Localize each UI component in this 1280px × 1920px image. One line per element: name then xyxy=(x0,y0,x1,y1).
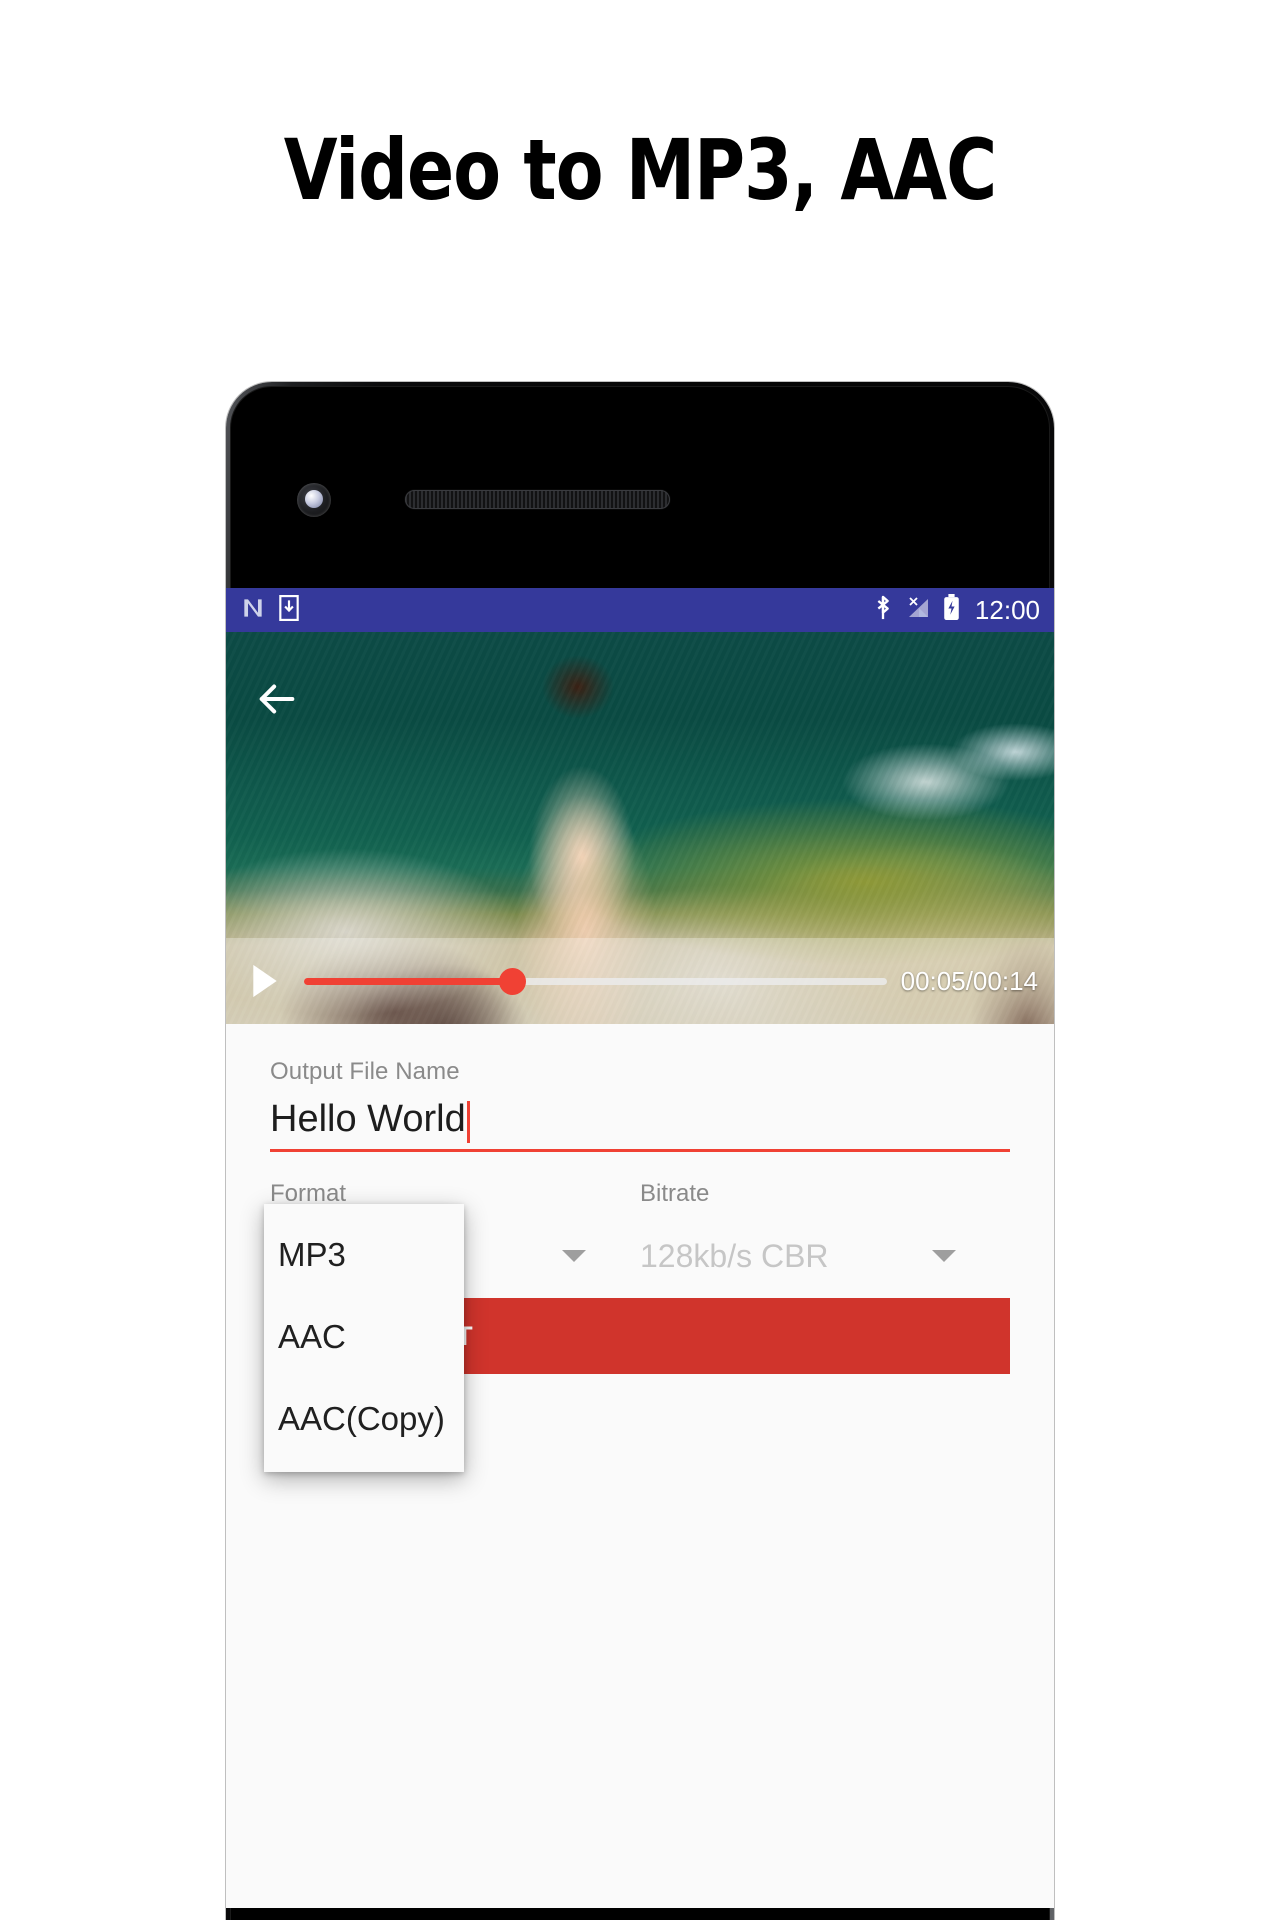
output-file-name-label: Output File Name xyxy=(270,1058,460,1085)
bitrate-label: Bitrate xyxy=(640,1179,710,1207)
status-bar-clock: 12:00 xyxy=(974,594,1040,625)
page-root: Video to MP3, AAC 12:00 00:05/00:14 Outp… xyxy=(0,0,1280,1920)
format-dropdown-menu[interactable]: MP3 AAC AAC(Copy) xyxy=(264,1204,464,1472)
video-controls-bar: 00:05/00:14 xyxy=(226,938,1054,1024)
output-file-name-input[interactable]: Hello World xyxy=(270,1098,1010,1152)
camera-lens xyxy=(305,490,323,508)
output-file-name-value: Hello World xyxy=(270,1098,466,1140)
page-title: Video to MP3, AAC xyxy=(283,121,997,219)
status-bar-left-icons xyxy=(240,594,299,626)
seekbar-progress xyxy=(304,977,512,985)
bluetooth-icon xyxy=(873,594,893,627)
android-n-logo-icon xyxy=(240,595,266,626)
status-bar-right-icons: 12:00 xyxy=(873,594,1040,627)
back-arrow-icon[interactable] xyxy=(254,676,300,722)
bitrate-select[interactable]: 128kb/s CBR xyxy=(640,1234,970,1280)
seekbar-thumb[interactable] xyxy=(499,967,526,995)
bitrate-value: 128kb/s CBR xyxy=(640,1238,829,1275)
text-cursor xyxy=(466,1100,470,1143)
phone-screen: 12:00 00:05/00:14 Output File Name Hello… xyxy=(226,588,1054,1908)
battery-charging-icon xyxy=(943,594,960,626)
video-time-label: 00:05/00:14 xyxy=(900,965,1038,996)
video-seekbar[interactable] xyxy=(304,967,887,995)
bitrate-select-group: Bitrate 128kb/s CBR xyxy=(640,1180,970,1280)
chevron-down-icon[interactable] xyxy=(562,1249,586,1262)
dropdown-option-aac[interactable]: AAC xyxy=(264,1296,464,1378)
dropdown-option-aac-copy[interactable]: AAC(Copy) xyxy=(264,1378,464,1460)
conversion-form: Output File Name Hello World Format MP3 xyxy=(226,1024,1054,1908)
phone-device-frame: 12:00 00:05/00:14 Output File Name Hello… xyxy=(226,382,1054,1920)
dropdown-option-mp3[interactable]: MP3 xyxy=(264,1214,464,1296)
earpiece-speaker xyxy=(405,490,670,509)
status-bar: 12:00 xyxy=(226,588,1054,632)
no-signal-icon xyxy=(905,595,931,626)
chevron-down-icon[interactable] xyxy=(932,1249,956,1262)
play-icon[interactable] xyxy=(248,962,282,1000)
download-icon xyxy=(279,594,299,626)
front-camera-icon xyxy=(297,483,331,517)
video-preview[interactable]: 00:05/00:14 xyxy=(226,632,1054,1024)
